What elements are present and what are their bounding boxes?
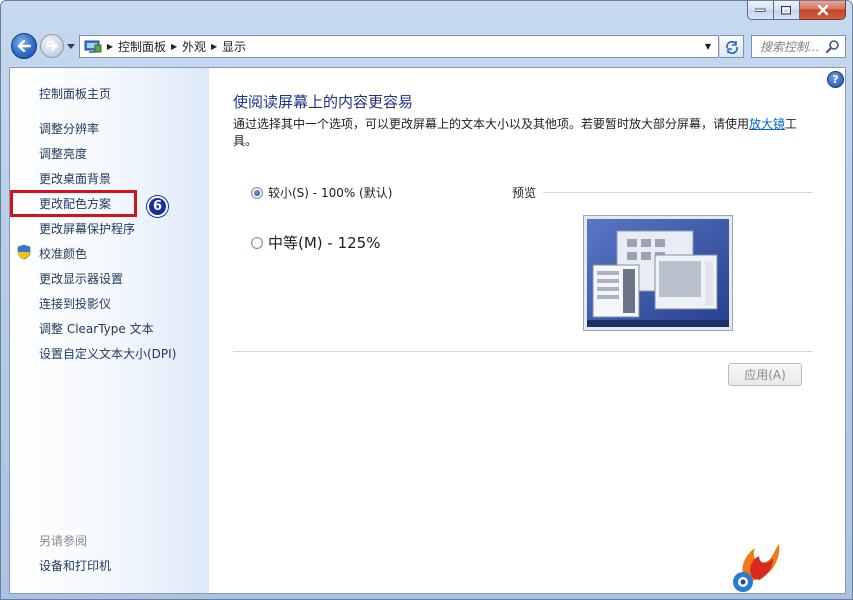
back-button[interactable]	[11, 33, 37, 59]
refresh-icon	[725, 40, 738, 54]
address-history-dropdown[interactable]: ▼	[702, 36, 714, 57]
navigation-bar: ▶ 控制面板 ▶ 外观 ▶ 显示 ▼ 搜索控制...	[9, 30, 846, 62]
option-smaller[interactable]: 较小(S) - 100% (默认)	[251, 184, 392, 201]
minimize-button[interactable]	[747, 1, 774, 20]
breadcrumb-control-panel[interactable]: 控制面板	[118, 38, 166, 55]
page-description: 通过选择其中一个选项，可以更改屏幕上的文本大小以及其他项。若要暂时放大部分屏幕，…	[233, 116, 813, 150]
sidebar-item-adjust-cleartype[interactable]: 调整 ClearType 文本	[39, 320, 154, 337]
section-divider	[233, 351, 813, 352]
sidebar-item-custom-dpi[interactable]: 设置自定义文本大小(DPI)	[39, 345, 176, 362]
back-arrow-icon	[17, 40, 31, 52]
sidebar-item-adjust-brightness[interactable]: 调整亮度	[39, 145, 87, 162]
see-also-heading: 另请参阅	[39, 534, 88, 548]
control-panel-icon	[84, 40, 102, 53]
maximize-icon	[781, 5, 791, 14]
preview-image	[583, 215, 733, 331]
caption-buttons	[747, 1, 846, 21]
chevron-down-icon	[67, 44, 75, 49]
content-area: 控制面板主页 调整分辨率 调整亮度 更改桌面背景 更改配色方案 更改屏幕保护程序…	[9, 67, 846, 594]
option-medium-label[interactable]: 中等(M) - 125%	[268, 232, 380, 253]
breadcrumb-separator-icon[interactable]: ▶	[206, 36, 222, 57]
watermark-logo	[733, 544, 780, 592]
breadcrumb-separator-icon: ▶	[106, 42, 114, 51]
sidebar-item-change-screensaver[interactable]: 更改屏幕保护程序	[39, 220, 135, 237]
forward-button[interactable]	[40, 34, 64, 58]
search-box[interactable]: 搜索控制...	[751, 35, 846, 58]
search-input[interactable]: 搜索控制...	[752, 38, 825, 55]
page-title: 使阅读屏幕上的内容更容易	[233, 93, 414, 111]
option-medium[interactable]: 中等(M) - 125%	[251, 232, 380, 253]
close-icon	[817, 4, 828, 15]
option-smaller-label[interactable]: 较小(S) - 100% (默认)	[268, 184, 392, 201]
radio-selected-dot	[254, 189, 260, 196]
desktop-preview-icon	[587, 219, 729, 327]
search-icon[interactable]	[825, 39, 841, 55]
highlight-box	[10, 190, 137, 217]
address-bar[interactable]: ▶ 控制面板 ▶ 外观 ▶ 显示 ▼	[79, 35, 719, 58]
help-icon[interactable]: ?	[827, 71, 844, 88]
preview-heading: 预览	[512, 186, 537, 200]
minimize-icon	[755, 8, 766, 12]
control-panel-window: ▶ 控制面板 ▶ 外观 ▶ 显示 ▼ 搜索控制... 控制面板主页 调整分辨率 …	[0, 0, 853, 600]
step-badge: 6	[147, 196, 168, 217]
sidebar-item-control-panel-home[interactable]: 控制面板主页	[39, 85, 111, 102]
breadcrumb-appearance[interactable]: 外观	[182, 38, 206, 55]
sidebar-item-devices-printers[interactable]: 设备和打印机	[39, 557, 111, 574]
forward-arrow-icon	[46, 41, 58, 51]
recent-pages-button[interactable]	[66, 42, 76, 52]
sidebar-item-change-desktop-background[interactable]: 更改桌面背景	[39, 170, 111, 187]
sidebar-item-change-display-settings[interactable]: 更改显示器设置	[39, 270, 123, 287]
apply-button[interactable]: 应用(A)	[728, 363, 802, 386]
maximize-button[interactable]	[774, 1, 800, 20]
radio-medium[interactable]	[251, 236, 263, 249]
description-text: 通过选择其中一个选项，可以更改屏幕上的文本大小以及其他项。若要暂时放大部分屏幕，…	[233, 117, 750, 131]
sidebar-item-adjust-resolution[interactable]: 调整分辨率	[39, 120, 99, 137]
preview-divider	[543, 192, 813, 193]
breadcrumb-display[interactable]: 显示	[222, 38, 246, 55]
task-pane: 控制面板主页 调整分辨率 调整亮度 更改桌面背景 更改配色方案 更改屏幕保护程序…	[10, 68, 209, 593]
magnifier-link[interactable]: 放大镜	[749, 117, 785, 131]
sidebar-item-connect-projector[interactable]: 连接到投影仪	[39, 295, 111, 312]
refresh-button[interactable]	[720, 35, 744, 58]
breadcrumb-separator-icon[interactable]: ▶	[166, 36, 182, 57]
close-button[interactable]	[800, 1, 846, 20]
radio-smaller[interactable]	[251, 186, 263, 199]
sidebar-item-calibrate-color[interactable]: 校准颜色	[39, 245, 87, 262]
shield-icon	[17, 244, 31, 260]
